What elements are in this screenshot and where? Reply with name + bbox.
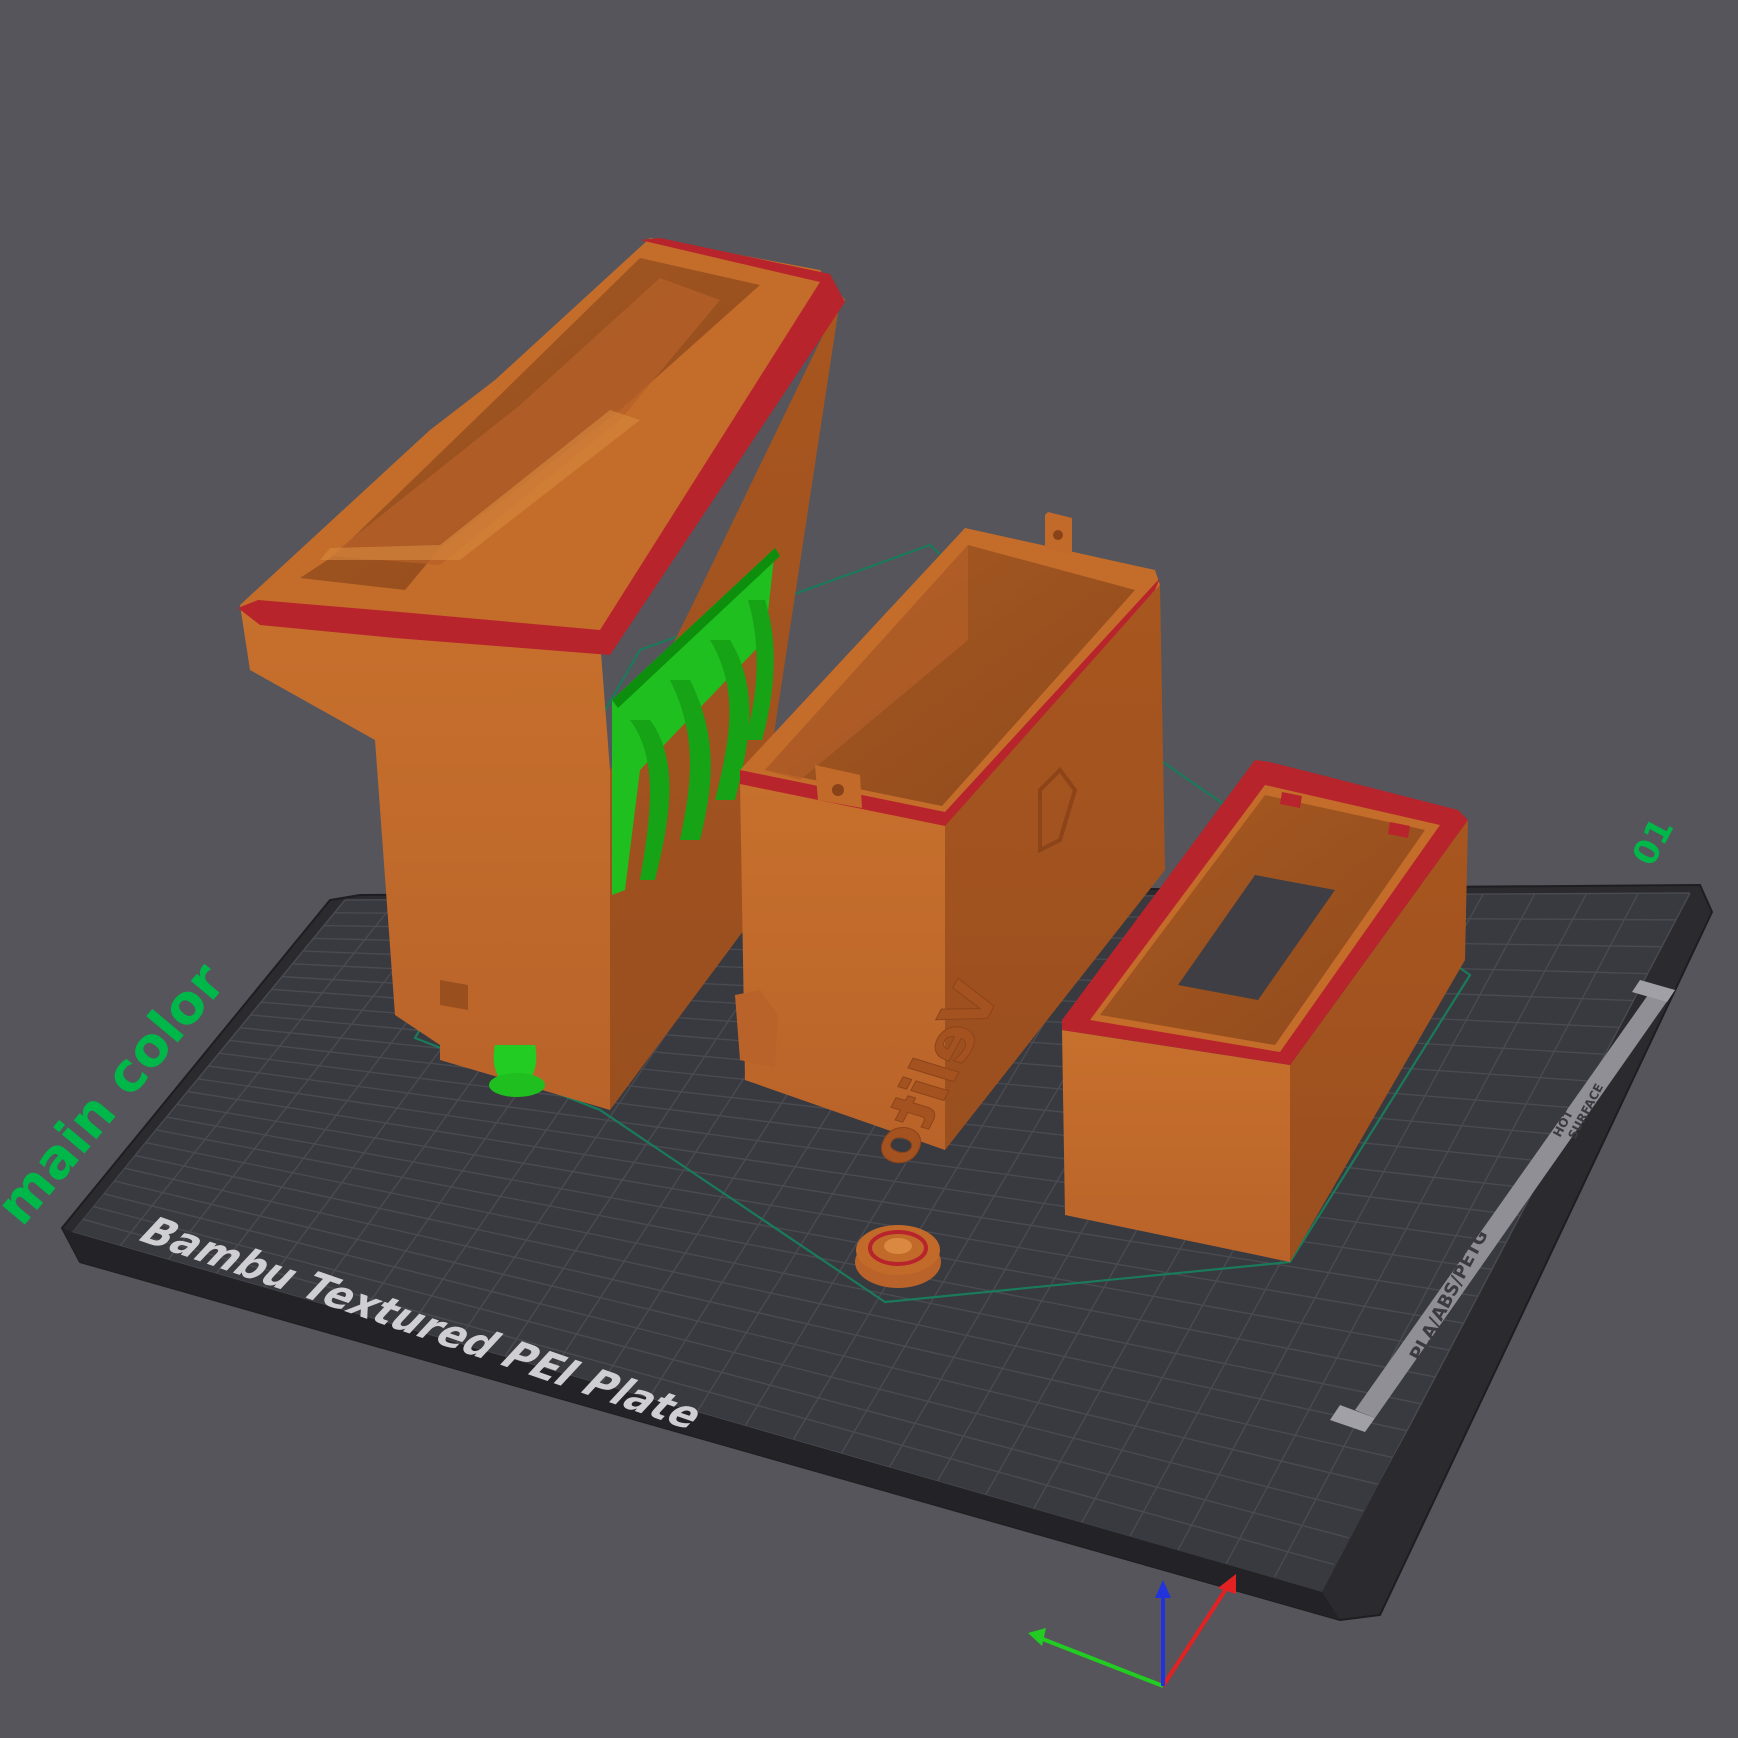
model-logo-box-front-tab-hole [832,784,844,796]
model-button[interactable] [855,1225,941,1288]
model-handle-notch [440,980,468,1010]
3d-viewport[interactable]: Bambu Textured PEI Plate PLA/ABS/PETG HO… [0,0,1738,1738]
model-logo-box-tab-hole [1053,530,1063,540]
model-button-center [884,1238,912,1254]
axis-y-line [1039,1636,1164,1688]
axis-y-arrow [1028,1628,1046,1646]
plate-number-label: 01 [1625,812,1683,873]
axes-gizmo [1028,1574,1236,1688]
axis-x-line [1161,1584,1230,1688]
axis-z-arrow [1155,1580,1171,1598]
